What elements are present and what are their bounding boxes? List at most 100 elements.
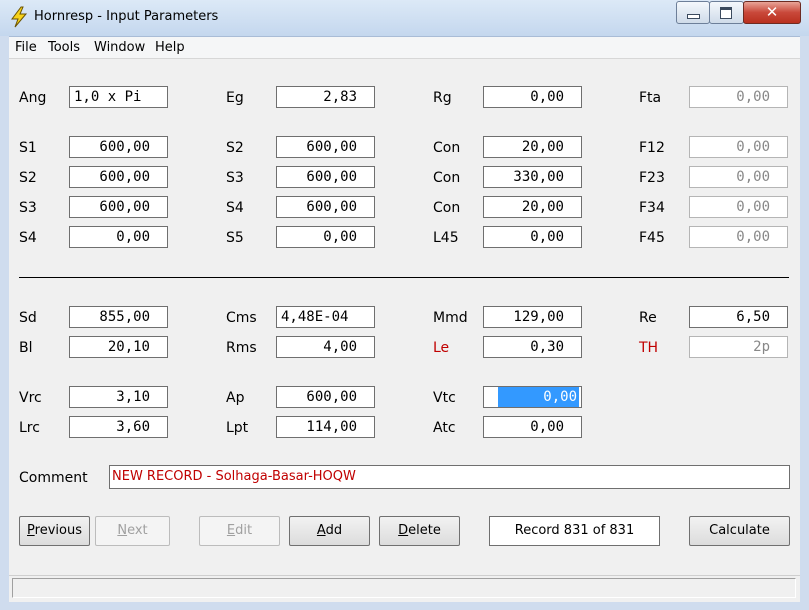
rg-label: Rg xyxy=(433,90,452,106)
bl-field[interactable]: 20,10 xyxy=(69,336,168,358)
s3-field[interactable]: 600,00 xyxy=(69,196,168,218)
le-label[interactable]: Le xyxy=(433,340,449,356)
cms-field[interactable]: 4,48E-04 xyxy=(276,306,375,328)
s2-label: S2 xyxy=(226,140,244,156)
atc-label: Atc xyxy=(433,420,456,436)
f34-label: F34 xyxy=(639,200,665,216)
fta-field: 0,00 xyxy=(689,86,788,108)
record-indicator: Record 831 of 831 xyxy=(489,516,660,546)
vtc-label: Vtc xyxy=(433,390,456,406)
s2-label: S2 xyxy=(19,170,37,186)
eg-field[interactable]: 2,83 xyxy=(276,86,375,108)
rg-field[interactable]: 0,00 xyxy=(483,86,582,108)
f34-field: 0,00 xyxy=(689,196,788,218)
s3-label: S3 xyxy=(226,170,244,186)
s1-label: S1 xyxy=(19,140,37,156)
input-parameters-panel: Ang 1,0 x Pi Eg 2,83 Rg 0,00 Fta 0,00 S1… xyxy=(9,59,800,571)
re-label: Re xyxy=(639,310,657,326)
calculate-button[interactable]: Calculate xyxy=(689,516,790,546)
menu-help[interactable]: Help xyxy=(155,40,185,55)
status-bar xyxy=(9,575,800,602)
add-mnemonic: A xyxy=(316,523,326,538)
previous-button[interactable]: Previous xyxy=(19,516,90,546)
rms-field[interactable]: 4,00 xyxy=(276,336,375,358)
th-field: 2p xyxy=(689,336,788,358)
le-field[interactable]: 0,30 xyxy=(483,336,582,358)
ang-label: Ang xyxy=(19,90,47,106)
f45-field: 0,00 xyxy=(689,226,788,248)
con-field[interactable]: 20,00 xyxy=(483,196,582,218)
comment-field[interactable]: NEW RECORD - Solhaga-Basar-HOQW xyxy=(109,465,790,489)
f23-label: F23 xyxy=(639,170,665,186)
con-label: Con xyxy=(433,140,461,156)
s2-field[interactable]: 600,00 xyxy=(69,166,168,188)
atc-field[interactable]: 0,00 xyxy=(483,416,582,438)
previous-label: revious xyxy=(34,523,82,538)
rms-label: Rms xyxy=(226,340,257,356)
sd-field[interactable]: 855,00 xyxy=(69,306,168,328)
sd-label: Sd xyxy=(19,310,37,326)
mmd-label: Mmd xyxy=(433,310,468,326)
next-button[interactable]: Next xyxy=(95,516,170,546)
next-label: ext xyxy=(127,523,148,538)
s5-field[interactable]: 0,00 xyxy=(276,226,375,248)
window-frame-left xyxy=(0,36,9,610)
con-field[interactable]: 20,00 xyxy=(483,136,582,158)
vrc-field[interactable]: 3,10 xyxy=(69,386,168,408)
con-field[interactable]: 330,00 xyxy=(483,166,582,188)
delete-label: elete xyxy=(408,523,441,538)
add-button[interactable]: Add xyxy=(289,516,370,546)
delete-mnemonic: D xyxy=(398,523,409,538)
ap-field[interactable]: 600,00 xyxy=(276,386,375,408)
menu-bar: File Tools Window Help xyxy=(9,37,800,59)
delete-button[interactable]: Delete xyxy=(379,516,460,546)
s4-field[interactable]: 0,00 xyxy=(69,226,168,248)
f45-label: F45 xyxy=(639,230,665,246)
s3-label: S3 xyxy=(19,200,37,216)
next-mnemonic: N xyxy=(117,523,128,538)
close-button[interactable]: ✕ xyxy=(743,1,801,24)
l45-field[interactable]: 0,00 xyxy=(483,226,582,248)
vtc-selected-text: 0,00 xyxy=(498,387,579,407)
maximize-button[interactable] xyxy=(709,1,744,24)
edit-mnemonic: E xyxy=(226,523,236,538)
status-panel xyxy=(12,578,796,598)
add-label: dd xyxy=(325,523,343,538)
window-frame-right xyxy=(800,36,809,610)
maximize-icon xyxy=(720,7,732,19)
s1-field[interactable]: 600,00 xyxy=(69,136,168,158)
vrc-label: Vrc xyxy=(19,390,42,406)
re-field[interactable]: 6,50 xyxy=(689,306,788,328)
cms-label: Cms xyxy=(226,310,257,326)
th-label[interactable]: TH xyxy=(639,340,658,356)
vtc-field[interactable]: 0,00 xyxy=(483,386,582,408)
mmd-field[interactable]: 129,00 xyxy=(483,306,582,328)
minimize-icon xyxy=(687,14,700,19)
menu-file[interactable]: File xyxy=(15,40,37,55)
previous-mnemonic: P xyxy=(27,523,35,538)
l45-label: L45 xyxy=(433,230,459,246)
close-icon: ✕ xyxy=(765,3,779,21)
s4-label: S4 xyxy=(19,230,37,246)
comment-label: Comment xyxy=(19,470,88,486)
ang-field[interactable]: 1,0 x Pi xyxy=(69,86,168,108)
s3-field[interactable]: 600,00 xyxy=(276,166,375,188)
s4-field[interactable]: 600,00 xyxy=(276,196,375,218)
lpt-field[interactable]: 114,00 xyxy=(276,416,375,438)
bl-label: Bl xyxy=(19,340,33,356)
s5-label: S5 xyxy=(226,230,244,246)
fta-label: Fta xyxy=(639,90,662,106)
f23-field: 0,00 xyxy=(689,166,788,188)
ap-label: Ap xyxy=(226,390,245,406)
minimize-button[interactable] xyxy=(676,1,710,24)
lightning-bolt-icon xyxy=(11,6,28,28)
title-bar: Hornresp - Input Parameters ✕ xyxy=(0,0,809,37)
menu-window[interactable]: Window xyxy=(94,40,145,55)
s2-field[interactable]: 600,00 xyxy=(276,136,375,158)
f12-label: F12 xyxy=(639,140,665,156)
menu-tools[interactable]: Tools xyxy=(48,40,80,55)
window-frame-bottom xyxy=(0,601,809,610)
con-label: Con xyxy=(433,200,461,216)
edit-button[interactable]: Edit xyxy=(199,516,280,546)
lrc-field[interactable]: 3,60 xyxy=(69,416,168,438)
